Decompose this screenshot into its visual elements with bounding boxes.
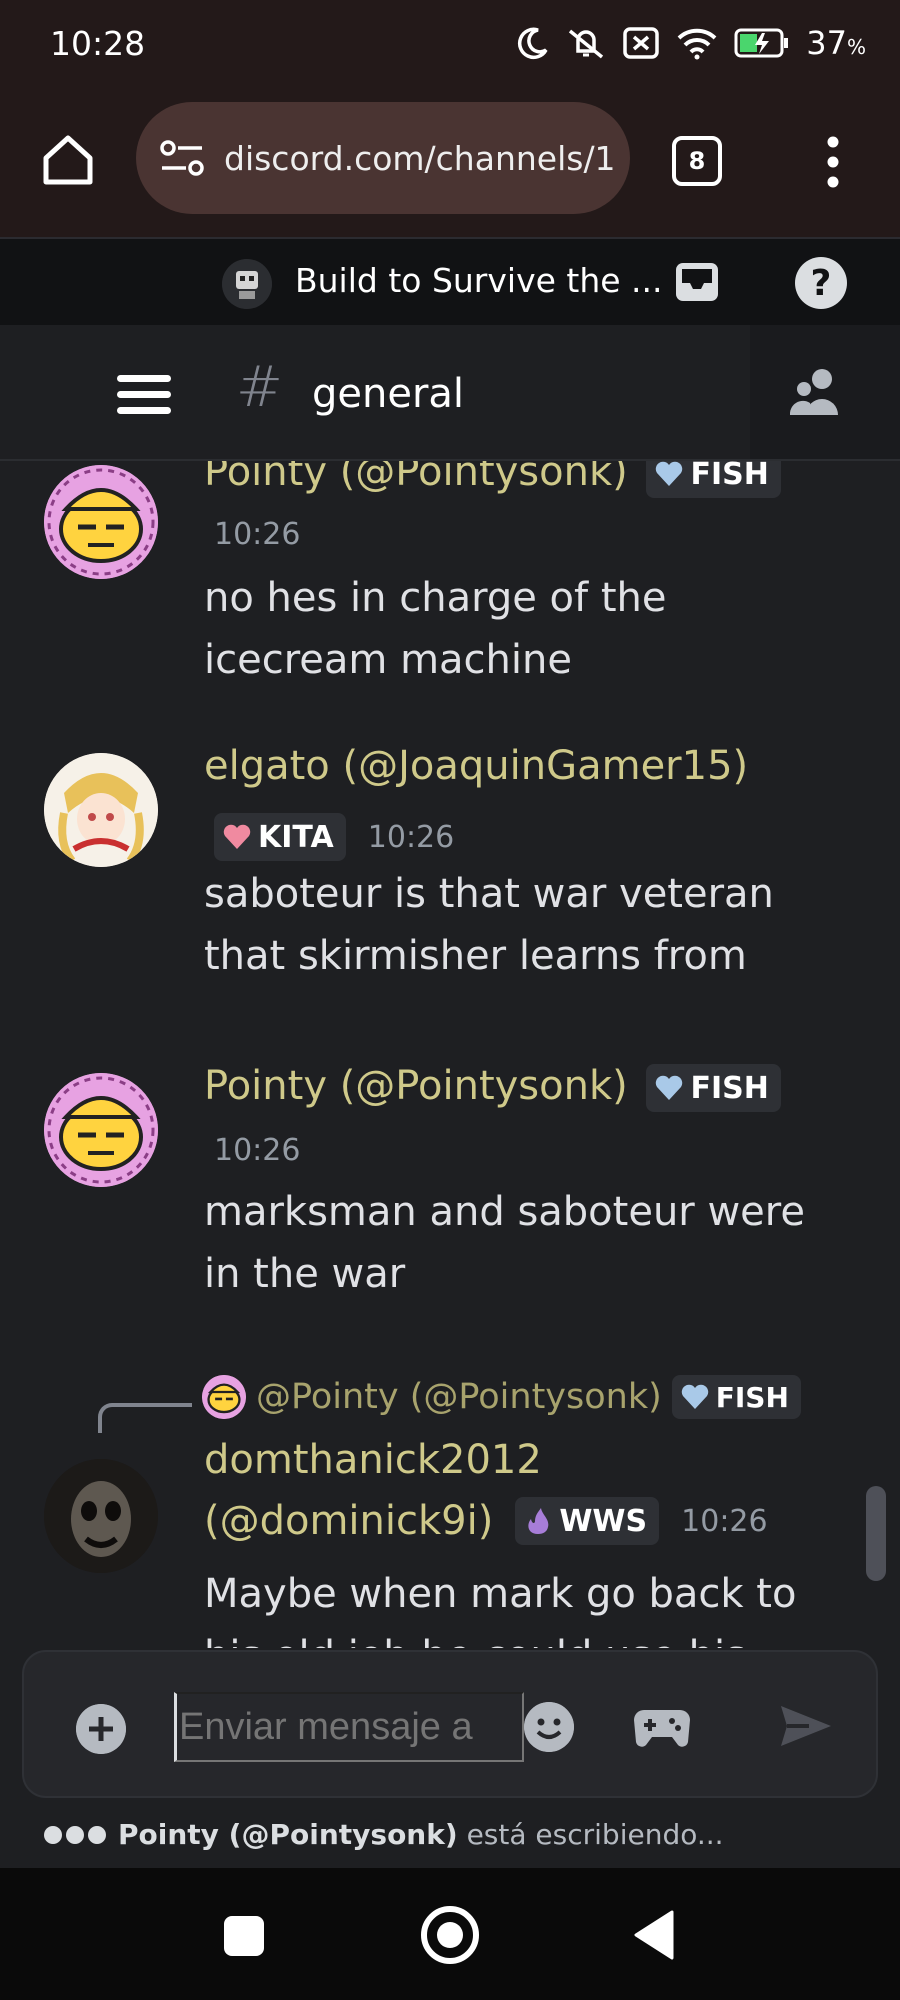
send-icon[interactable]: [779, 1702, 833, 1750]
menu-icon[interactable]: [117, 375, 171, 415]
reply-author[interactable]: @Pointy (@Pointysonk): [256, 1377, 662, 1417]
mute-bell-icon: [569, 29, 604, 59]
role-tag[interactable]: WWS: [515, 1497, 660, 1545]
avatar[interactable]: [44, 1459, 158, 1573]
role-tag[interactable]: FISH: [646, 461, 781, 498]
typing-indicator: Pointy (@Pointysonk) está escribiendo...: [44, 1818, 724, 1851]
fish-heart-icon: [656, 461, 683, 486]
battery-icon: [734, 28, 789, 58]
author-name[interactable]: elgato (@JoaquinGamer15): [204, 743, 748, 789]
url-text: discord.com/channels/1: [224, 138, 614, 178]
message-list[interactable]: Pointy (@Pointysonk) FISH 10:26 no hes i…: [0, 461, 900, 1648]
message-line: no hes in charge of the: [204, 575, 667, 621]
reply-connector: [98, 1403, 192, 1433]
home-button[interactable]: [421, 1906, 479, 1964]
status-bar: 10:28 37%: [0, 0, 900, 92]
gamepad-icon[interactable]: [634, 1704, 690, 1750]
message-meta: (@dominick9i) WWS 10:26: [204, 1497, 768, 1545]
members-icon: [790, 369, 838, 415]
message-content: no hes in charge of the icecream machine: [204, 567, 844, 691]
author-name[interactable]: Pointy (@Pointysonk): [204, 1063, 628, 1109]
no-sim-icon: [623, 27, 660, 59]
author-name[interactable]: domthanick2012: [204, 1437, 542, 1483]
message-content: Maybe when mark go back to his old job h…: [204, 1563, 844, 1648]
author-name[interactable]: Pointy (@Pointysonk): [204, 461, 628, 495]
role-tag[interactable]: FISH: [671, 1375, 801, 1419]
author-handle[interactable]: (@dominick9i): [204, 1498, 493, 1544]
message-line: his old job he could use his: [204, 1625, 844, 1648]
add-attachment-icon[interactable]: [76, 1704, 126, 1754]
message-meta: KITA 10:26: [214, 813, 454, 861]
members-button[interactable]: [750, 325, 900, 459]
flame-icon: [528, 1508, 549, 1534]
avatar[interactable]: [44, 753, 158, 867]
system-nav-bar: [0, 1868, 900, 2000]
fish-heart-icon: [656, 1075, 683, 1100]
message-line: Maybe when mark go back to: [204, 1571, 797, 1617]
help-icon[interactable]: ?: [795, 257, 847, 309]
composer-area: Pointy (@Pointysonk) está escribiendo...: [0, 1648, 900, 1868]
more-menu-icon[interactable]: [816, 132, 850, 192]
channel-hash-icon: #: [236, 355, 283, 420]
typing-user: Pointy (@Pointysonk): [118, 1818, 458, 1851]
message-content: saboteur is that war veteran that skirmi…: [204, 863, 844, 987]
avatar[interactable]: [44, 465, 158, 579]
typing-dots-icon: [44, 1825, 106, 1844]
reply-avatar: [202, 1375, 246, 1419]
role-tag[interactable]: KITA: [214, 813, 346, 861]
moon-icon: [518, 27, 548, 60]
browser-toolbar: discord.com/channels/1 8: [0, 92, 900, 237]
reply-reference[interactable]: @Pointy (@Pointysonk) FISH: [202, 1375, 801, 1419]
message-content: marksman and saboteur were in the war: [204, 1181, 844, 1305]
kita-heart-icon: [223, 824, 251, 849]
site-settings-icon[interactable]: [158, 138, 206, 178]
tab-switcher-button[interactable]: 8: [672, 136, 722, 186]
server-icon[interactable]: [222, 259, 272, 309]
message-line: icecream machine: [204, 637, 572, 683]
scrollbar[interactable]: [866, 1486, 886, 1581]
back-icon[interactable]: [632, 1910, 674, 1960]
channel-header: # general: [0, 325, 900, 461]
battery-level: 37%: [806, 24, 866, 62]
role-tag[interactable]: FISH: [646, 1064, 781, 1112]
message-input[interactable]: [174, 1692, 524, 1762]
channel-name[interactable]: general: [312, 371, 464, 417]
typing-suffix: está escribiendo...: [466, 1818, 724, 1851]
message-line: that skirmisher learns from: [204, 933, 747, 979]
message-author[interactable]: Pointy (@Pointysonk) FISH: [204, 461, 781, 498]
message-timestamp: 10:26: [367, 819, 455, 855]
server-name[interactable]: Build to Survive the ...: [295, 261, 663, 300]
address-bar[interactable]: discord.com/channels/1: [136, 102, 630, 214]
message-line: saboteur is that war veteran: [204, 871, 774, 917]
message-author[interactable]: Pointy (@Pointysonk) FISH: [204, 1063, 781, 1112]
server-bar: Build to Survive the ... ?: [0, 237, 900, 325]
message-timestamp: 10:26: [214, 1133, 301, 1168]
avatar[interactable]: [44, 1073, 158, 1187]
home-icon[interactable]: [38, 130, 98, 190]
recents-button[interactable]: [224, 1916, 264, 1956]
message-line: in the war: [204, 1251, 406, 1297]
message-composer: [22, 1650, 878, 1798]
wifi-icon: [677, 28, 717, 60]
status-icons: 37%: [516, 24, 866, 62]
status-time: 10:28: [50, 24, 146, 63]
fish-heart-icon: [681, 1384, 708, 1409]
tab-count: 8: [688, 147, 706, 175]
emoji-icon[interactable]: [524, 1702, 574, 1752]
inbox-icon[interactable]: [672, 257, 722, 307]
message-timestamp: 10:26: [214, 517, 301, 552]
message-line: marksman and saboteur were: [204, 1189, 805, 1235]
message-timestamp: 10:26: [681, 1503, 768, 1539]
